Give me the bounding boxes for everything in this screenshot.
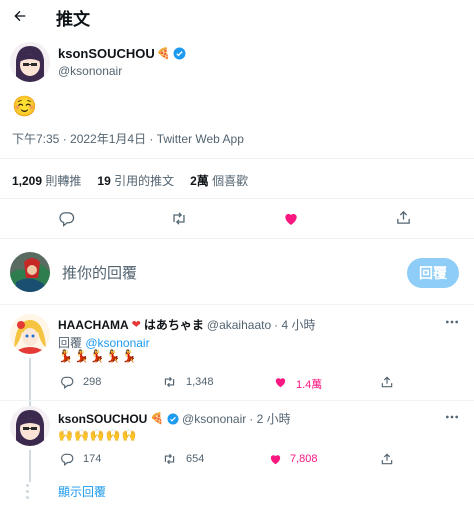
reply-time[interactable]: · 4 小時 [274, 316, 315, 333]
reply-handle[interactable]: @akaihaato [207, 318, 271, 332]
reply-header: ksonSOUCHOU 🍕 @ksononair · 2 小時 [58, 410, 291, 427]
author-handle[interactable]: @ksononair [58, 64, 122, 78]
pizza-emoji: 🍕 [150, 413, 165, 425]
reply-name-suffix[interactable]: はあちゃま [144, 316, 204, 333]
verified-badge-icon [167, 413, 179, 425]
reply-content: 🙌🙌🙌🙌🙌 [58, 428, 138, 442]
reply-actions: 174 654 7,808 [58, 452, 462, 468]
like-count: 7,808 [290, 453, 318, 465]
like-icon[interactable] [268, 452, 283, 466]
retweet-icon[interactable] [162, 375, 177, 389]
back-arrow-icon[interactable] [12, 8, 28, 24]
retweets-stat[interactable]: 1,209 則轉推 [12, 172, 81, 189]
reply-to-link[interactable]: @ksononair [85, 336, 149, 350]
retweet-count: 654 [186, 453, 205, 465]
reply-handle[interactable]: @ksononair [182, 412, 246, 426]
retweet-icon[interactable] [170, 210, 188, 227]
reply-input[interactable]: 推你的回覆 [62, 262, 137, 283]
reply-avatar[interactable] [10, 314, 50, 354]
share-icon[interactable] [380, 452, 394, 466]
show-replies-link[interactable]: 顯示回覆 [58, 483, 106, 500]
display-name[interactable]: ksonSOUCHOU [58, 46, 155, 61]
reply-actions: 298 1,348 1.4萬 [58, 375, 462, 391]
my-avatar[interactable] [10, 252, 50, 292]
reply-header: HAACHAMA ❤ はあちゃま @akaihaato · 4 小時 [58, 316, 315, 333]
collapsed-dots [26, 484, 29, 499]
author-name-row[interactable]: ksonSOUCHOU 🍕 [58, 46, 186, 61]
pizza-emoji: 🍕 [156, 48, 171, 60]
like-icon[interactable] [282, 210, 300, 227]
verified-badge-icon [173, 47, 186, 60]
share-icon[interactable] [380, 375, 394, 389]
tweet-content: ☺️ [12, 96, 37, 118]
like-icon[interactable] [273, 375, 288, 389]
reply-icon[interactable] [58, 210, 75, 227]
likes-stat[interactable]: 2萬 個喜歡 [190, 172, 248, 189]
reply-icon[interactable] [60, 375, 74, 389]
reply-count: 174 [83, 453, 102, 465]
more-icon[interactable] [444, 411, 460, 423]
reply-icon[interactable] [60, 452, 74, 466]
avatar[interactable] [10, 42, 50, 82]
reply-content: 💃💃💃💃💃 [58, 349, 138, 363]
share-icon[interactable] [395, 209, 412, 226]
reply-button[interactable]: 回覆 [407, 258, 459, 288]
reply-avatar[interactable] [10, 406, 50, 446]
thread-line [29, 450, 31, 482]
reply-count: 298 [83, 376, 102, 388]
like-count: 1.4萬 [296, 379, 323, 391]
tweet-stats: 1,209 則轉推 19 引用的推文 2萬 個喜歡 [12, 172, 248, 189]
reply-display-name[interactable]: HAACHAMA [58, 318, 129, 332]
more-icon[interactable] [444, 316, 460, 328]
retweet-count: 1,348 [186, 376, 214, 388]
quotes-stat[interactable]: 19 引用的推文 [97, 172, 174, 189]
reply-time[interactable]: · 2 小時 [249, 410, 290, 427]
heart-emoji: ❤ [131, 319, 141, 331]
tweet-timestamp[interactable]: 下午7:35 · 2022年1月4日 · Twitter Web App [12, 130, 244, 147]
page-title: 推文 [56, 10, 90, 29]
retweet-icon[interactable] [162, 452, 177, 466]
reply-display-name[interactable]: ksonSOUCHOU [58, 412, 147, 426]
